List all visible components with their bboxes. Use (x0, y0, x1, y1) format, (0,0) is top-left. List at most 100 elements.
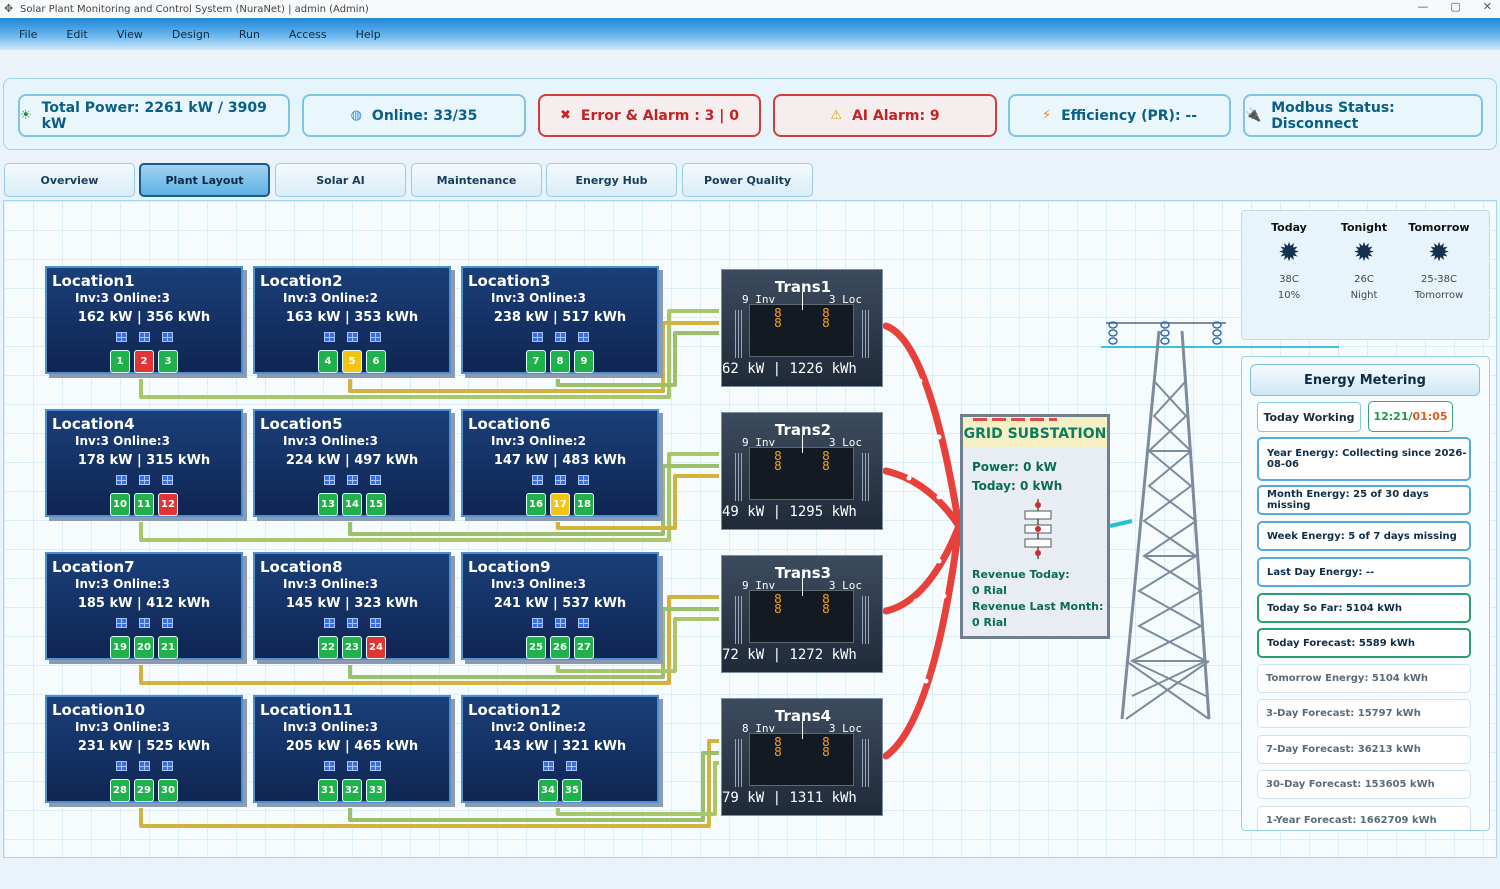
ai-alarm-card[interactable]: ⚠ AI Alarm: 9 (773, 94, 997, 137)
tomorrow-energy-row[interactable]: Tomorrow Energy: 5104 kWh (1257, 664, 1471, 693)
feeder-line (882, 522, 963, 760)
menu-file[interactable]: File (19, 28, 37, 41)
inverter-badge[interactable]: 34 (538, 779, 558, 802)
tab-solar-ai[interactable]: Solar AI (275, 163, 406, 197)
today-so-far-row[interactable]: Today So Far: 5104 kWh (1257, 593, 1471, 623)
inverter-badge[interactable]: 20 (134, 636, 154, 659)
location-card-9[interactable]: Location9 Inv:3 Online:3 241 kW | 537 kW… (461, 552, 659, 660)
today-forecast-row[interactable]: Today Forecast: 5589 kWh (1257, 628, 1471, 658)
inverter-badge[interactable]: 32 (342, 779, 362, 802)
inverter-badge[interactable]: 3 (158, 350, 178, 373)
total-power-card[interactable]: ☀ Total Power: 2261 kW / 3909 kW (18, 94, 290, 137)
inverter-badge[interactable]: 11 (134, 493, 154, 516)
location-power: 178 kW | 315 kWh (77, 453, 211, 468)
inverter-badge[interactable]: 35 (562, 779, 582, 802)
transformer-2[interactable]: 88 88 Trans2 9 Inv 3 Loc 49 kW | 1295 kW… (721, 412, 883, 530)
inverter-badge[interactable]: 19 (110, 636, 130, 659)
online-card[interactable]: ◍ Online: 33/35 (302, 94, 526, 137)
inverter-badge[interactable]: 21 (158, 636, 178, 659)
year-energy-row[interactable]: Year Energy: Collecting since 2026-08-06 (1257, 437, 1471, 481)
inverter-badge[interactable]: 24 (366, 636, 386, 659)
menu-edit[interactable]: Edit (66, 28, 87, 41)
solar-panel-icon (577, 618, 589, 628)
inverter-badge[interactable]: 18 (574, 493, 594, 516)
menu-access[interactable]: Access (289, 28, 327, 41)
close-button[interactable]: ✕ (1483, 0, 1492, 13)
inverter-badge[interactable]: 2 (134, 350, 154, 373)
location-card-2[interactable]: Location2 Inv:3 Online:2 163 kW | 353 kW… (253, 266, 451, 374)
inverter-badge[interactable]: 13 (318, 493, 338, 516)
inverter-badge[interactable]: 10 (110, 493, 130, 516)
error-alarm-card[interactable]: ✖ Error & Alarm : 3 | 0 (538, 94, 761, 137)
inverter-badge[interactable]: 7 (526, 350, 546, 373)
transformer-4[interactable]: 88 88 Trans4 8 Inv 3 Loc 79 kW | 1311 kW… (721, 698, 883, 816)
solar-panel-icon (138, 761, 150, 771)
inverter-badge[interactable]: 9 (574, 350, 594, 373)
location-card-5[interactable]: Location5 Inv:3 Online:3 224 kW | 497 kW… (253, 409, 451, 517)
plug-icon: 🔌 (1245, 108, 1262, 123)
location-card-6[interactable]: Location6 Inv:3 Online:2 147 kW | 483 kW… (461, 409, 659, 517)
grid-substation[interactable]: GRID SUBSTATION Power: 0 kW Today: 0 kWh… (960, 414, 1110, 639)
inverter-badge[interactable]: 16 (526, 493, 546, 516)
modbus-card[interactable]: 🔌 Modbus Status: Disconnect (1243, 94, 1483, 137)
today-working-label: Today Working (1257, 402, 1361, 432)
month-energy-row[interactable]: Month Energy: 25 of 30 days missing (1257, 485, 1471, 515)
inverter-badge[interactable]: 23 (342, 636, 362, 659)
inverter-badge[interactable]: 30 (158, 779, 178, 802)
menu-help[interactable]: Help (356, 28, 381, 41)
tab-plant-layout[interactable]: Plant Layout (139, 163, 270, 197)
forecast-7day-row[interactable]: 7-Day Forecast: 36213 kWh (1257, 735, 1471, 764)
inverter-badge[interactable]: 26 (550, 636, 570, 659)
forecast-3day-row[interactable]: 3-Day Forecast: 15797 kWh (1257, 699, 1471, 728)
tab-energy-hub[interactable]: Energy Hub (546, 163, 677, 197)
inverter-badge[interactable]: 31 (318, 779, 338, 802)
location-card-8[interactable]: Location8 Inv:3 Online:3 145 kW | 323 kW… (253, 552, 451, 660)
inverter-badge[interactable]: 25 (526, 636, 546, 659)
menu-design[interactable]: Design (172, 28, 210, 41)
insulators (1108, 321, 1222, 345)
menu-run[interactable]: Run (239, 28, 260, 41)
inverter-badge[interactable]: 33 (366, 779, 386, 802)
location-card-12[interactable]: Location12 Inv:2 Online:2 143 kW | 321 k… (461, 695, 659, 803)
solar-panel-icon (115, 332, 127, 342)
menu-view[interactable]: View (117, 28, 143, 41)
inverter-badge[interactable]: 4 (318, 350, 338, 373)
location-card-10[interactable]: Location10 Inv:3 Online:3 231 kW | 525 k… (45, 695, 243, 803)
location-card-1[interactable]: Location1 Inv:3 Online:3 162 kW | 356 kW… (45, 266, 243, 374)
energy-metering-title[interactable]: Energy Metering (1250, 364, 1480, 396)
inverter-badge[interactable]: 15 (366, 493, 386, 516)
divider (802, 292, 803, 310)
efficiency-card[interactable]: ⚡ Efficiency (PR): -- (1008, 94, 1231, 137)
location-card-7[interactable]: Location7 Inv:3 Online:3 185 kW | 412 kW… (45, 552, 243, 660)
transformer-1[interactable]: 88 88 Trans1 9 Inv 3 Loc 62 kW | 1226 kW… (721, 269, 883, 387)
transformer-3[interactable]: 88 88 Trans3 9 Inv 3 Loc 72 kW | 1272 kW… (721, 555, 883, 673)
inverter-badge[interactable]: 12 (158, 493, 178, 516)
maximize-button[interactable]: ▢ (1450, 0, 1460, 13)
inverter-badge[interactable]: 29 (134, 779, 154, 802)
forecast-1year-row[interactable]: 1-Year Forecast: 1662709 kWh (1257, 806, 1471, 830)
tab-power-quality[interactable]: Power Quality (682, 163, 813, 197)
forecast-30day-row[interactable]: 30-Day Forecast: 153605 kWh (1257, 770, 1471, 799)
location-card-11[interactable]: Location11 Inv:3 Online:3 205 kW | 465 k… (253, 695, 451, 803)
tab-overview[interactable]: Overview (4, 163, 135, 197)
weather-temp: 26C (1354, 274, 1374, 285)
inverter-badge[interactable]: 8 (550, 350, 570, 373)
inverter-badge[interactable]: 6 (366, 350, 386, 373)
last-day-energy-row[interactable]: Last Day Energy: -- (1257, 557, 1471, 587)
minimize-button[interactable]: — (1417, 0, 1428, 13)
inverter-badge[interactable]: 14 (342, 493, 362, 516)
inverter-badge[interactable]: 5 (342, 350, 362, 373)
location-power: 147 kW | 483 kWh (493, 453, 627, 468)
inverter-badge[interactable]: 27 (574, 636, 594, 659)
inverter-badge[interactable]: 28 (110, 779, 130, 802)
week-energy-row[interactable]: Week Energy: 5 of 7 days missing (1257, 521, 1471, 551)
tab-maintenance[interactable]: Maintenance (411, 163, 542, 197)
lightning-icon: ⚡ (1041, 108, 1052, 123)
transformer-core (749, 304, 854, 357)
location-card-3[interactable]: Location3 Inv:3 Online:3 238 kW | 517 kW… (461, 266, 659, 374)
weather-today: Today ✹ 38C 10% (1249, 221, 1329, 304)
inverter-badge[interactable]: 1 (110, 350, 130, 373)
location-card-4[interactable]: Location4 Inv:3 Online:3 178 kW | 315 kW… (45, 409, 243, 517)
inverter-badge[interactable]: 22 (318, 636, 338, 659)
inverter-badge[interactable]: 17 (550, 493, 570, 516)
